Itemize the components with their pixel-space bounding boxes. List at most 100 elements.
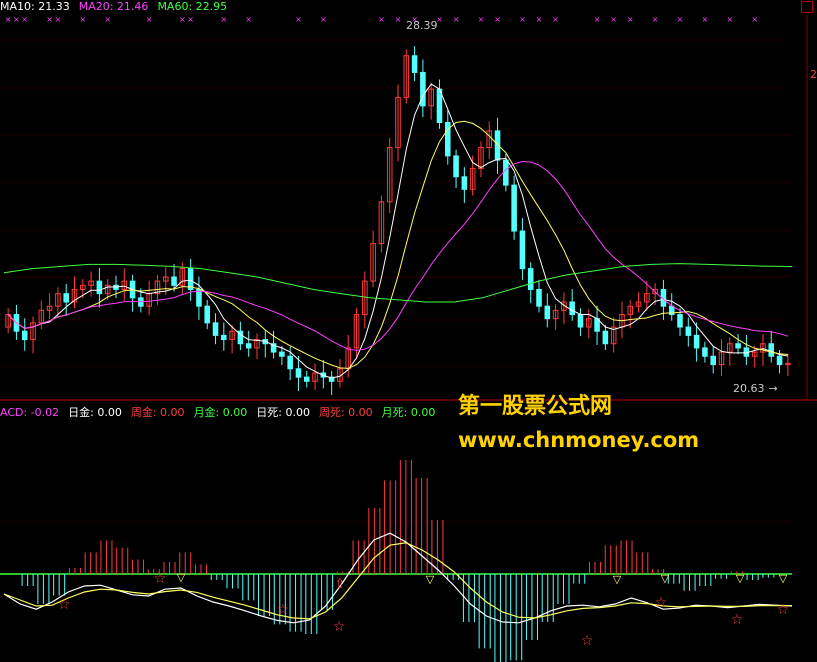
candle-body [279, 351, 285, 357]
star-marker: ☆ [333, 619, 346, 635]
candle-body [685, 326, 692, 336]
high-price-label: 28.39 [406, 19, 438, 32]
macd-legend-item: 日死: 0.00 [256, 406, 310, 419]
triangle-marker: ▽ [426, 573, 435, 586]
candle-body [536, 288, 542, 307]
star-marker: ☆ [58, 597, 71, 613]
star-marker: ☆ [154, 571, 167, 587]
star-marker: ☆ [731, 612, 744, 628]
price-legend-item: MA20: 21.46 [78, 0, 149, 13]
panel-corner-box[interactable] [801, 1, 813, 13]
stock-chart: × × × × × × × × × × × × × × × × × × × × × × × × × × × × × × × ×☆☆☆☆☆☆☆☆… [0, 14, 817, 662]
signal-x-mark: × [594, 15, 601, 24]
signal-x-mark: × [378, 15, 385, 24]
macd-legend: ACD: -0.02 日金: 0.00 周金: 0.00 月金: 0.00 日死: 0.… [0, 404, 444, 420]
candle-body [221, 334, 227, 341]
star-marker: ☆ [777, 602, 790, 618]
signal-x-mark: × [519, 15, 526, 24]
candle-body [187, 268, 194, 290]
signal-x-mark: × [245, 15, 252, 24]
candle-body [544, 305, 551, 320]
signal-x-mark: × [751, 15, 758, 24]
signal-x-mark: × [552, 15, 559, 24]
low-price-label: 20.63 → [733, 382, 778, 395]
candle-body [453, 155, 459, 178]
candle-body [768, 343, 775, 357]
watermark-title: 第一股票公式网 [458, 394, 613, 419]
signal-x-mark: × [104, 15, 111, 24]
candle-body [96, 280, 103, 295]
signal-x-mark: × [494, 15, 501, 24]
candle-body [171, 276, 177, 286]
price-legend-item: MA60: 22.95 [157, 0, 228, 13]
candle-body [702, 347, 708, 357]
candle-body [577, 314, 584, 328]
signal-x-mark: × [79, 15, 86, 24]
candle-body [63, 293, 69, 303]
candle-body [295, 368, 302, 378]
signal-x-mark: × [677, 15, 684, 24]
triangle-marker: ▽ [661, 572, 670, 585]
signal-x-mark: × [453, 15, 460, 24]
macd-legend-item: 周死: 0.00 [318, 406, 373, 419]
candle-body [503, 159, 509, 186]
signal-x-mark: × [627, 15, 634, 24]
ma20-line [7, 160, 789, 351]
candle-body [21, 330, 28, 341]
candle-body [569, 301, 575, 316]
signal-x-mark: × [21, 15, 28, 24]
macd-legend-item: 日金: 0.00 [68, 406, 122, 419]
signal-x-mark: × [610, 15, 617, 24]
candle-body [511, 184, 517, 232]
signal-x-mark: × [536, 15, 543, 24]
triangle-marker: ▽ [736, 572, 745, 585]
triangle-marker: ▽ [177, 571, 186, 584]
signal-x-mark: × [5, 15, 12, 24]
candle-body [527, 268, 534, 290]
candle-body [420, 71, 426, 107]
signal-x-mark: × [13, 15, 20, 24]
signal-x-mark: × [55, 15, 62, 24]
candle-body [519, 230, 526, 270]
candle-body [693, 334, 700, 349]
price-legend: MA10: 21.33 MA20: 21.46 MA60: 22.95 [0, 0, 236, 13]
candle-body [735, 343, 741, 349]
star-marker: ☆ [581, 633, 594, 649]
signal-x-mark: × [295, 15, 302, 24]
candle-body [677, 314, 683, 328]
signal-x-mark: × [46, 15, 53, 24]
candle-body [710, 355, 716, 366]
signal-x-mark: × [652, 15, 659, 24]
macd-legend-item: 月死: 0.00 [381, 406, 436, 419]
candle-body [776, 355, 783, 366]
signal-x-mark: × [146, 15, 153, 24]
candle-body [287, 355, 293, 370]
buy-arrow-icon: ⇧ [335, 577, 346, 592]
macd-legend-item: 周金: 0.00 [130, 406, 185, 419]
candle-body [602, 330, 609, 345]
star-marker: ☆ [655, 595, 668, 611]
triangle-marker: ▽ [613, 573, 622, 586]
candle-body [212, 322, 219, 336]
candle-body [461, 176, 468, 190]
signal-x-mark: × [726, 15, 733, 24]
signal-x-mark: × [478, 15, 485, 24]
macd-legend-item: 月金: 0.00 [193, 406, 248, 419]
signal-x-mark: × [395, 15, 402, 24]
signal-x-mark: × [220, 15, 227, 24]
candle-body [196, 288, 202, 307]
signal-x-mark: × [320, 15, 327, 24]
triangle-marker: ▽ [779, 572, 788, 585]
candle-body [303, 376, 310, 382]
signal-x-mark: × [702, 15, 709, 24]
candle-body [245, 343, 252, 349]
watermark-url: www.chnmoney.com [458, 428, 700, 452]
star-marker: ☆ [277, 602, 290, 618]
candle-body [494, 130, 501, 161]
right-axis-label: 2 [810, 68, 817, 81]
price-legend-item: MA10: 21.33 [0, 0, 70, 13]
chart-window: × × × × × × × × × × × × × × × × × × × × × × × × × × × × × × × × ☆ ☆ ☆ ☆ ☆ ☆ ☆ ☆… [0, 0, 817, 662]
candle-body [204, 305, 211, 324]
macd-legend-item: ACD: -0.02 [0, 406, 60, 419]
signal-x-mark: × [187, 15, 194, 24]
